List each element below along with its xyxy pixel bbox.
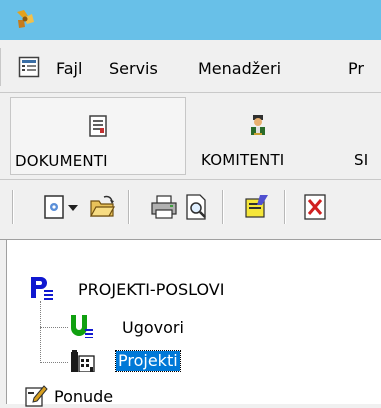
tab-dokumenti[interactable]: DOKUMENTI [10,97,186,175]
print-preview-icon[interactable] [180,192,212,222]
toolbar-separator-3 [284,190,286,224]
toolbar-separator-1 [128,190,130,224]
u-list-icon [71,315,93,338]
delete-icon[interactable] [300,192,332,222]
pencil-doc-icon [25,385,48,407]
tree-label-ponude: Ponude [54,387,114,406]
tree-label-ugovori: Ugovori [122,318,184,337]
tab-dokumenti-label: DOKUMENTI [15,152,108,170]
toolbar [0,180,381,238]
tab-si[interactable]: SI [350,97,381,175]
document-icon [89,115,107,137]
menu-bar: Fajl Servis Menadžeri Pr [0,40,381,92]
print-icon[interactable] [148,192,180,222]
app-logo-icon[interactable] [14,8,36,30]
menu-menadzeri[interactable]: Menadžeri [198,60,281,78]
open-folder-icon[interactable] [86,192,118,222]
tab-si-label: SI [354,151,369,169]
tree-label-projekti: Projekti [115,350,181,372]
tree-connector-ugovori [40,327,68,328]
dropdown-arrow-icon[interactable] [64,192,82,222]
panel-left-border [0,240,7,404]
tab-komitenti[interactable]: KOMITENTI [190,97,320,175]
toolbar-grip [12,190,14,224]
menu-left-edge [0,48,1,86]
menu-fajl[interactable]: Fajl [56,60,82,78]
tab-komitenti-label: KOMITENTI [201,151,285,169]
system-menu-icon[interactable] [18,56,40,78]
toolbar-separator-2 [222,190,224,224]
person-icon [251,115,265,135]
menu-servis[interactable]: Servis [109,60,158,78]
title-bar [0,0,381,40]
p-list-icon [31,277,53,300]
menu-pr[interactable]: Pr [348,60,364,78]
tree-connector-vertical [40,301,41,363]
tree-label-projekti-poslovi: PROJEKTI-POSLOVI [78,280,225,299]
tree-panel: PROJEKTI-POSLOVI Ugovori Projekti Ponude [0,239,381,407]
edit-note-icon[interactable] [240,192,272,222]
tree-connector-projekti [40,362,68,363]
building-icon [71,350,95,372]
tab-bar: DOKUMENTI KOMITENTI SI [0,93,381,179]
